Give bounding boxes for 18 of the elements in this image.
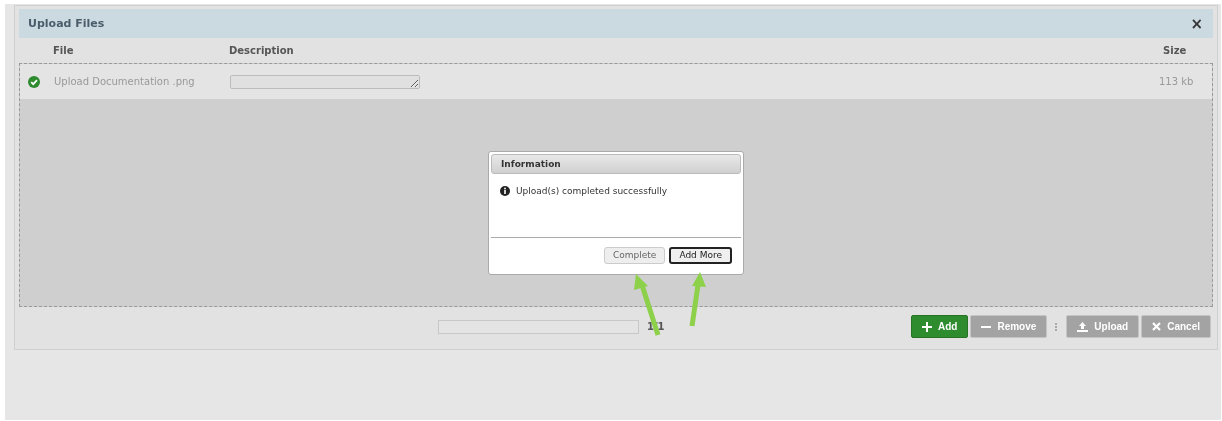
column-header: File xyxy=(52,45,75,56)
dialog-button[interactable]: Add More xyxy=(669,246,732,264)
column-header: Description xyxy=(229,45,295,56)
column-header: Size xyxy=(1163,45,1188,56)
close-button[interactable]: × xyxy=(1190,14,1203,33)
file-size: 113 kb xyxy=(1159,76,1195,87)
file-name: Upload Documentation .png xyxy=(54,76,196,87)
dialog-button[interactable]: Complete xyxy=(604,246,666,264)
description-field[interactable] xyxy=(230,74,420,89)
close-icon xyxy=(1152,322,1162,331)
info-icon xyxy=(500,186,510,196)
dialog-title: Upload Files xyxy=(28,17,105,30)
dialog-header: Information xyxy=(491,154,741,174)
add-button[interactable]: Add xyxy=(910,315,969,338)
upload-icon xyxy=(1077,321,1089,332)
info-message: Upload(s) completed successfully xyxy=(516,186,668,196)
arrow xyxy=(689,271,707,328)
plus-icon xyxy=(921,321,932,332)
